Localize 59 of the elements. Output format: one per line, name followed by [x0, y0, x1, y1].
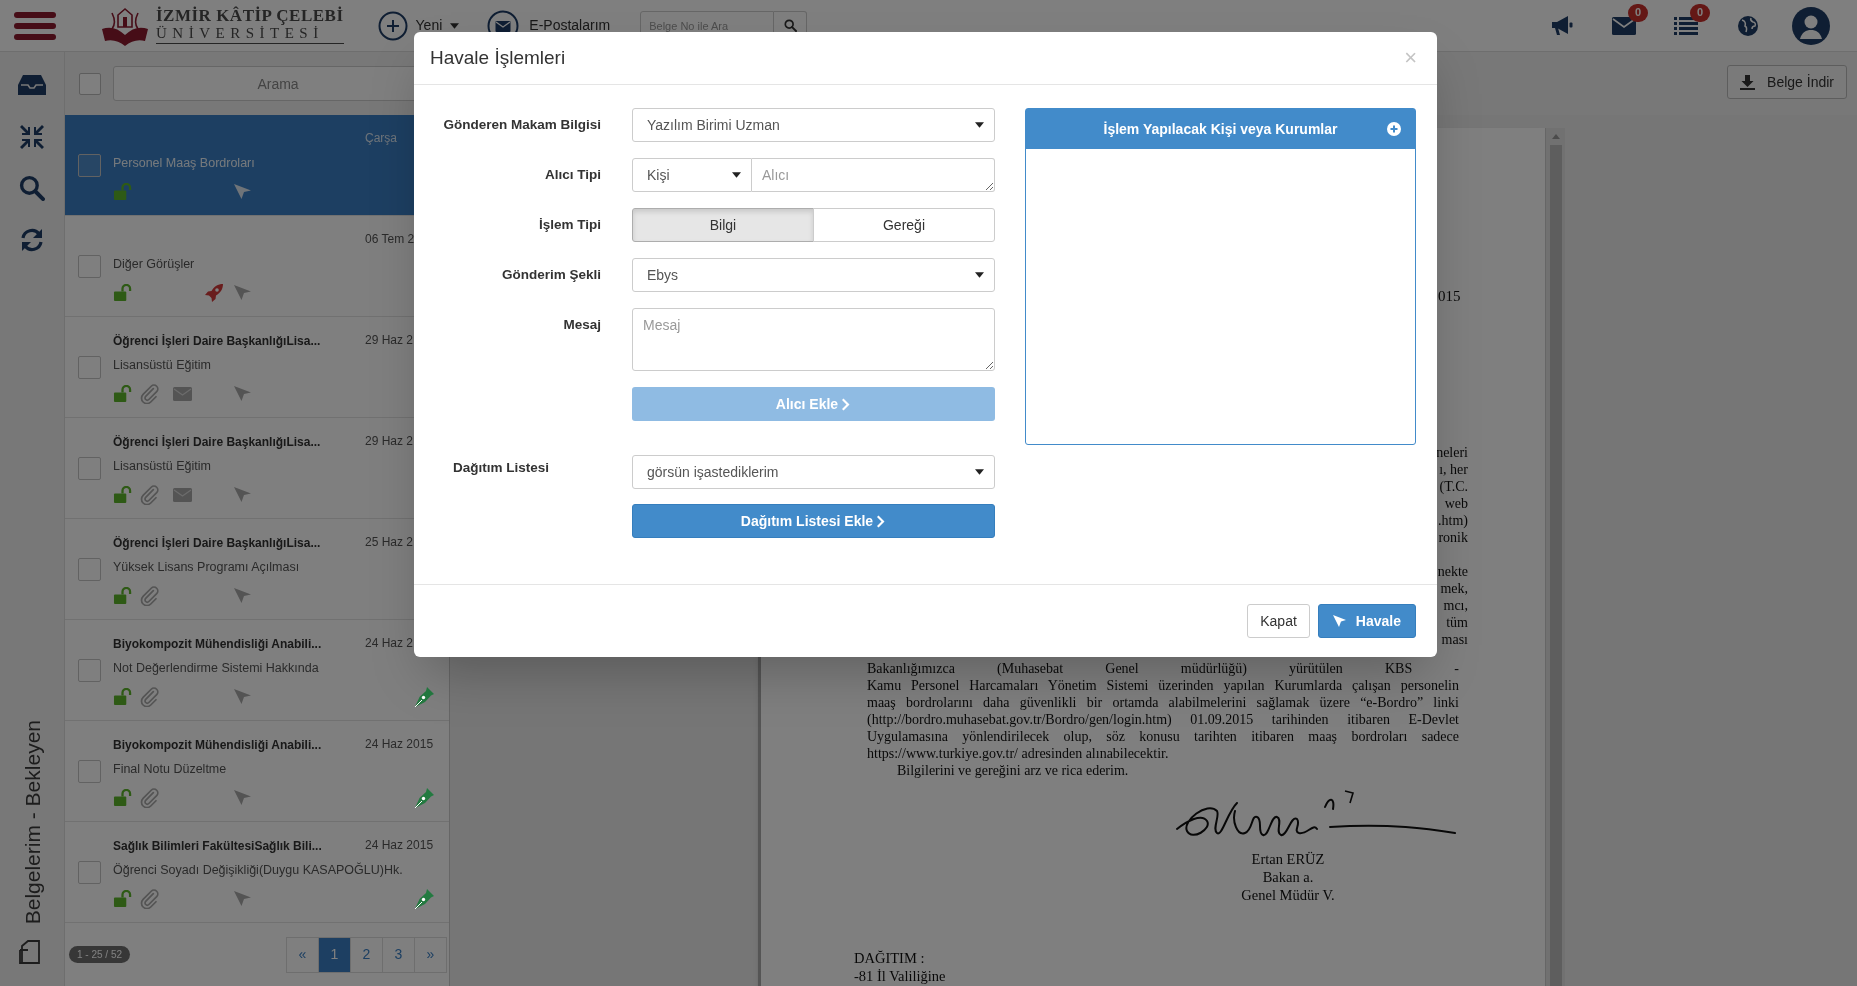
sender-name: Biyokompozit Mühendisliği Anabili...	[113, 738, 322, 752]
panel-title: İşlem Yapılacak Kişi veya Kurumlar	[1103, 119, 1338, 139]
document-subject: Lisansüstü Eğitim	[113, 458, 212, 475]
document-date: 25 Haz 2	[365, 534, 414, 551]
document-text: (T.C.	[1439, 478, 1468, 495]
university-name: ÜNİVERSİTESİ	[156, 26, 344, 44]
document-text: ı, her	[1439, 461, 1468, 478]
document-text-line: https://www.turkiye.gov.tr/ adresinden alınabilecektir.	[867, 745, 1170, 762]
document-text: mcı,	[1443, 597, 1468, 614]
result-count-badge: 1 - 25 / 52	[69, 946, 131, 963]
document-text: tüm	[1446, 614, 1468, 631]
vertical-section-title: Belgelerim - Bekleyen	[20, 719, 45, 924]
document-date: 24 Haz 2015	[365, 736, 434, 753]
document-text: .htm)	[1438, 512, 1468, 529]
document-subject: Yüksek Lisans Programı Açılması	[113, 559, 301, 576]
document-text: neleri	[1436, 444, 1468, 461]
document-date: 06 Tem 2	[365, 231, 415, 248]
document-text: nekte	[1437, 563, 1468, 580]
document-subject: Öğrenci Soyadı Değişikliği(Duygu KASAPOĞLU)Hk.	[113, 861, 404, 879]
sender-name: Biyokompozit Mühendisliği Anabili...	[113, 637, 322, 651]
document-date: 29 Haz 2	[365, 332, 414, 349]
sender-name: Öğrenci İşleri Daire BaşkanlığıLisa...	[113, 536, 321, 550]
distribution-heading: DAĞITIM :	[854, 949, 926, 967]
document-text-line: maaş bordrolarını daha güvenlikli bir ortamda alabilmelerini sağlamak üzere “e-Bordro” linki	[867, 694, 1459, 711]
field-label: Alıcı Tipi	[544, 166, 601, 184]
sender-name: Öğrenci İşleri Daire BaşkanlığıLisa...	[113, 435, 321, 449]
field-label: Dağıtım Listesi	[452, 459, 551, 477]
document-text-line: Bakanlığımızca (Muhasebat Genel müdürlüğü) yürütülen KBS -	[867, 660, 1459, 677]
document-text-line: Kamu Personel Harcamaları Yönetim Sistemi üzerinden yapılan Kurumlarda çalışan personelin	[867, 677, 1459, 694]
document-subject: Personel Maaş Bordroları	[113, 155, 256, 172]
sender-name: Sağlık Bilimleri FakültesiSağlık Bili...	[113, 839, 322, 853]
document-text: 015	[1438, 288, 1462, 305]
notification-count: 0	[1690, 3, 1710, 22]
document-text: web	[1444, 495, 1468, 512]
signatory-text: Bakan a.	[1262, 868, 1314, 886]
document-date: 24 Haz 2015	[365, 837, 434, 854]
document-text: ması	[1441, 631, 1468, 648]
notification-count: 0	[1628, 3, 1648, 22]
signatory-text: Genel Müdür V.	[1241, 886, 1335, 904]
document-text-line: Bilgilerini ve gereğini arz ve rica ederim.	[896, 762, 1130, 779]
document-text-line: Uygulamasına yönlendirilecek olup, söz konusu tarihten itibaren maaş bordroları sadece	[867, 728, 1459, 745]
field-label: Mesaj	[562, 316, 601, 334]
document-text: ronik	[1438, 529, 1468, 546]
document-subject: Diğer Görüşler	[113, 256, 196, 273]
distribution-entry: -81 İl Valiliğine	[854, 967, 947, 985]
document-date: 24 Haz 2	[365, 635, 414, 652]
document-subject: Lisansüstü Eğitim	[113, 357, 212, 374]
document-text-line: (http://bordro.muhasebat.gov.tr/Bordro/gen/login.htm) 01.09.2015 tarihinden itibaren E-Devlet	[867, 711, 1459, 728]
sender-name: Öğrenci İşleri Daire BaşkanlığıLisa...	[113, 334, 321, 348]
document-text: mek,	[1440, 580, 1468, 597]
university-name: İZMİR KÂTİP ÇELEBİ	[156, 7, 344, 24]
document-date: Çarşa	[365, 130, 397, 147]
document-subject: Final Notu Düzeltme	[113, 761, 228, 778]
field-label: İşlem Tipi	[537, 216, 601, 234]
add-recipient-button: Alıcı Ekle	[632, 387, 995, 421]
document-date: 29 Haz 2	[365, 433, 414, 450]
signatory-text: Ertan ERÜZ	[1251, 850, 1325, 868]
document-subject: Not Değerlendirme Sistemi Hakkında	[113, 660, 320, 677]
field-label: Gönderim Şekli	[500, 266, 601, 284]
